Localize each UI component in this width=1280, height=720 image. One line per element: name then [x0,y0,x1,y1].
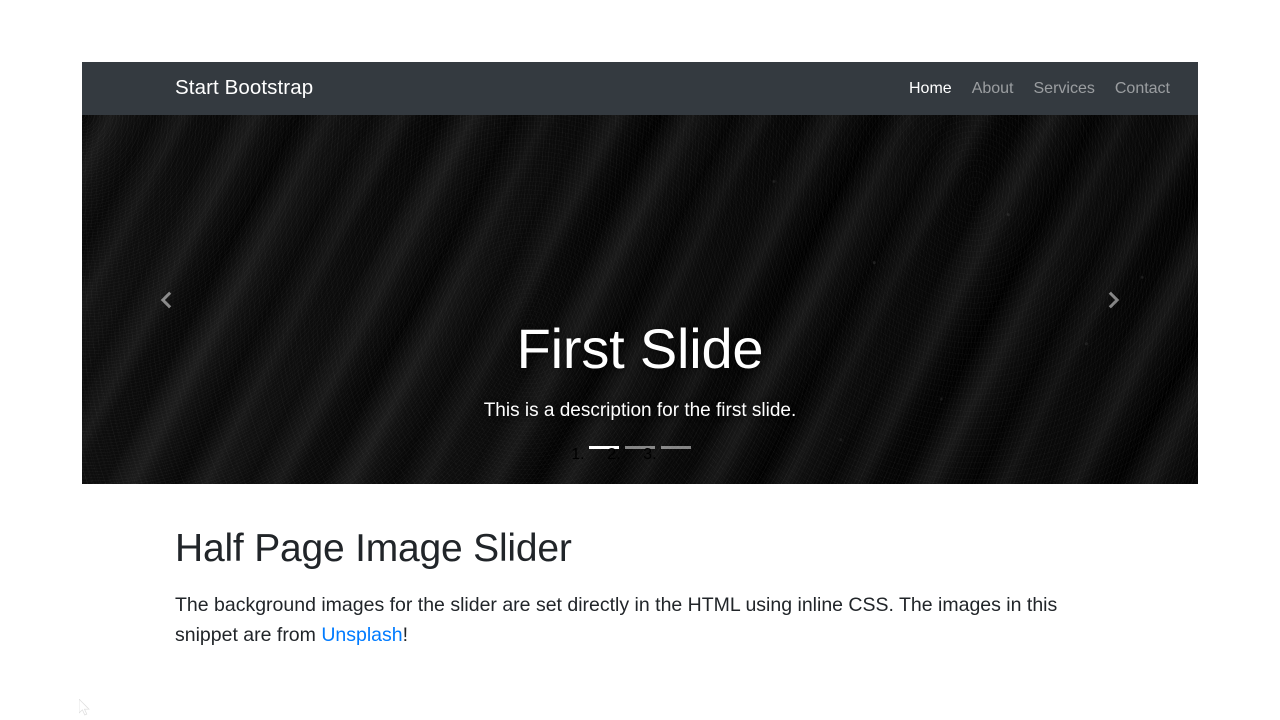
nav-link-home[interactable]: Home [899,80,962,97]
mouse-cursor [79,699,90,716]
navbar: Start Bootstrap Home About Services Cont… [82,62,1198,115]
chevron-right-icon [1104,290,1124,310]
navbar-brand[interactable]: Start Bootstrap [175,78,313,99]
page-root: Start Bootstrap Home About Services Cont… [0,0,1280,720]
page-title: Half Page Image Slider [175,527,572,570]
navbar-links: Home About Services Contact [899,80,1198,97]
paragraph-text-before: The background images for the slider are… [175,593,1058,646]
site-container: Start Bootstrap Home About Services Cont… [82,62,1198,484]
carousel: First Slide This is a description for th… [82,115,1198,484]
carousel-prev-button[interactable] [82,115,249,484]
nav-link-services[interactable]: Services [1024,80,1105,97]
content-paragraph: The background images for the slider are… [175,590,1095,650]
content-section: Half Page Image Slider The background im… [175,526,1095,650]
nav-link-contact[interactable]: Contact [1105,80,1180,97]
carousel-indicators [82,436,1198,459]
nav-link-about[interactable]: About [962,80,1024,97]
unsplash-link[interactable]: Unsplash [321,624,402,646]
chevron-left-icon [156,290,176,310]
paragraph-text-after: ! [402,623,409,646]
carousel-indicator-3[interactable] [661,436,691,459]
carousel-next-button[interactable] [1031,115,1198,484]
